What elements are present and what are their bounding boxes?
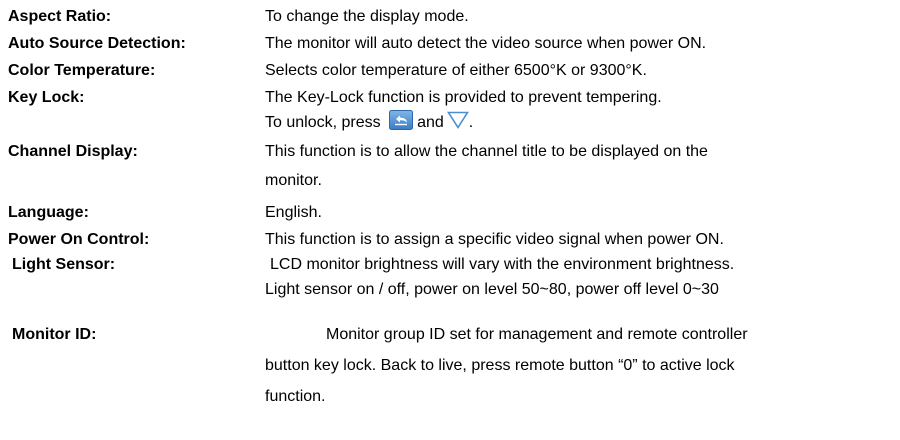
term-label: Color Temperature: [8, 62, 156, 79]
term-label: Aspect Ratio: [8, 8, 112, 25]
description-line: English. [265, 204, 322, 221]
description-line: Selects color temperature of either 6500… [265, 62, 647, 79]
description-line: Light sensor on / off, power on level 50… [265, 281, 719, 298]
term-description: LCD monitor brightness will vary with th… [265, 252, 895, 302]
settings-description-list: Aspect Ratio: To change the display mode… [0, 0, 900, 440]
term-description: English. [265, 200, 895, 225]
term-description: The Key-Lock function is provided to pre… [265, 85, 895, 135]
down-triangle-icon [446, 111, 469, 129]
description-line: This function is to assign a specific vi… [265, 231, 724, 248]
description-line: The monitor will auto detect the video s… [265, 35, 707, 52]
back-arrow-icon [389, 110, 414, 130]
term-description: Monitor group ID set for management and … [265, 322, 895, 409]
description-line: The Key-Lock function is provided to pre… [265, 89, 662, 106]
term-label: Auto Source Detection: [8, 35, 186, 52]
unlock-and: and [417, 114, 444, 131]
term-description: The monitor will auto detect the video s… [265, 31, 895, 56]
description-line: button key lock. Back to live, press rem… [265, 357, 735, 374]
term-label: Monitor ID: [12, 326, 97, 343]
term-description: To change the display mode. [265, 4, 895, 29]
description-line: Monitor group ID set for management and … [326, 326, 748, 343]
term-label: Key Lock: [8, 89, 85, 106]
description-line: To change the display mode. [265, 8, 469, 25]
description-line: LCD monitor brightness will vary with th… [270, 256, 735, 273]
term-label: Power On Control: [8, 231, 150, 248]
description-line: monitor. [265, 172, 322, 189]
description-line: This function is to allow the channel ti… [265, 143, 708, 160]
unlock-suffix: . [468, 114, 474, 131]
term-description: This function is to allow the channel ti… [265, 139, 895, 193]
term-description: Selects color temperature of either 6500… [265, 58, 895, 83]
term-label: Language: [8, 204, 89, 221]
term-description: This function is to assign a specific vi… [265, 227, 895, 252]
unlock-prefix: To unlock, press [265, 114, 381, 131]
term-label: Light Sensor: [12, 256, 116, 273]
unlock-instruction: To unlock, press and . [265, 110, 895, 135]
description-line: function. [265, 388, 326, 405]
term-label: Channel Display: [8, 143, 138, 160]
